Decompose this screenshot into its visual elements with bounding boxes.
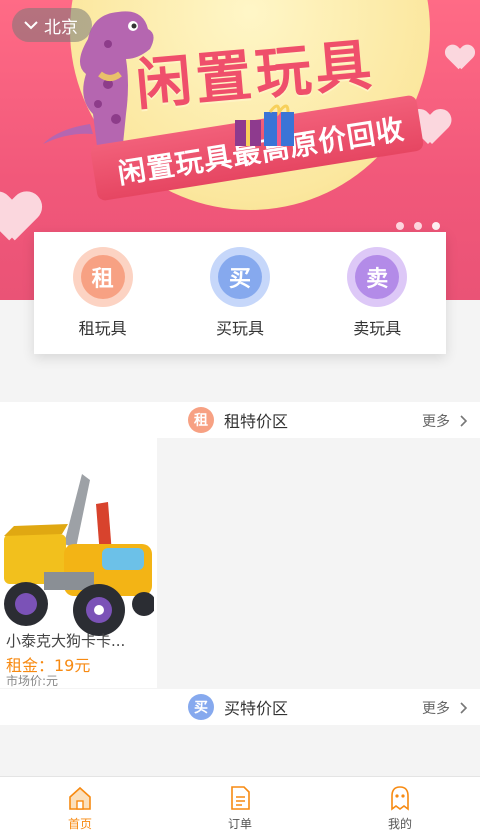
sell-glyph: 卖	[366, 267, 389, 292]
product-market-price: 市场价:元	[6, 674, 59, 688]
bottom-tab-bar: 首页 订单 我的	[0, 776, 480, 835]
tab-home[interactable]: 首页	[0, 777, 160, 835]
category-label: 买玩具	[215, 319, 264, 338]
product-name: 小泰克大狗卡卡...	[6, 632, 126, 650]
tab-label: 订单	[227, 817, 252, 831]
carousel-dot[interactable]	[396, 222, 404, 230]
carousel-dot-active[interactable]	[432, 222, 440, 230]
section-title: 租特价区	[224, 412, 289, 431]
buy-more-link[interactable]: 更多	[422, 698, 468, 718]
category-label: 卖玩具	[353, 319, 402, 338]
rent-glyph: 租	[91, 267, 114, 292]
category-buy[interactable]: 买 买玩具	[180, 247, 300, 339]
chevron-right-icon	[460, 415, 468, 427]
chevron-down-icon	[24, 21, 38, 30]
heart-decoration	[446, 45, 474, 70]
home-icon	[69, 786, 91, 810]
rent-badge-icon: 租	[188, 407, 214, 433]
product-card[interactable]: 小泰克大狗卡卡... 租金：19元 市场价:元	[0, 438, 157, 688]
tab-orders[interactable]: 订单	[160, 777, 320, 835]
buy-special-header: 买 买特价区 更多	[0, 689, 480, 725]
buy-badge-icon: 买	[188, 694, 214, 720]
category-panel: 租 租玩具 买 买玩具 卖 卖玩具	[34, 232, 446, 354]
order-icon	[231, 786, 250, 810]
toy-truck-image	[4, 474, 154, 636]
city-name: 北京	[44, 17, 78, 38]
category-label: 租玩具	[78, 319, 127, 338]
category-sell[interactable]: 卖 卖玩具	[317, 247, 437, 339]
tab-label: 我的	[387, 817, 412, 831]
buy-glyph: 买	[228, 267, 251, 292]
carousel-dot[interactable]	[414, 222, 422, 230]
section-title: 买特价区	[224, 699, 289, 718]
rent-icon: 租	[72, 247, 133, 307]
more-label: 更多	[422, 701, 450, 717]
profile-icon	[391, 786, 409, 811]
sell-icon: 卖	[347, 247, 408, 307]
chevron-right-icon	[460, 702, 468, 714]
city-selector[interactable]: 北京	[12, 8, 92, 42]
badge-glyph: 买	[194, 700, 208, 716]
rent-special-header: 租 租特价区 更多	[0, 402, 480, 438]
buy-icon: 买	[209, 247, 270, 307]
category-rent[interactable]: 租 租玩具	[43, 247, 163, 339]
rent-more-link[interactable]: 更多	[422, 411, 468, 431]
tab-profile[interactable]: 我的	[320, 777, 480, 835]
badge-glyph: 租	[194, 413, 208, 429]
carousel-indicator[interactable]	[396, 222, 440, 230]
more-label: 更多	[422, 414, 450, 430]
gift-illustration	[235, 104, 294, 146]
tab-label: 首页	[67, 817, 92, 831]
